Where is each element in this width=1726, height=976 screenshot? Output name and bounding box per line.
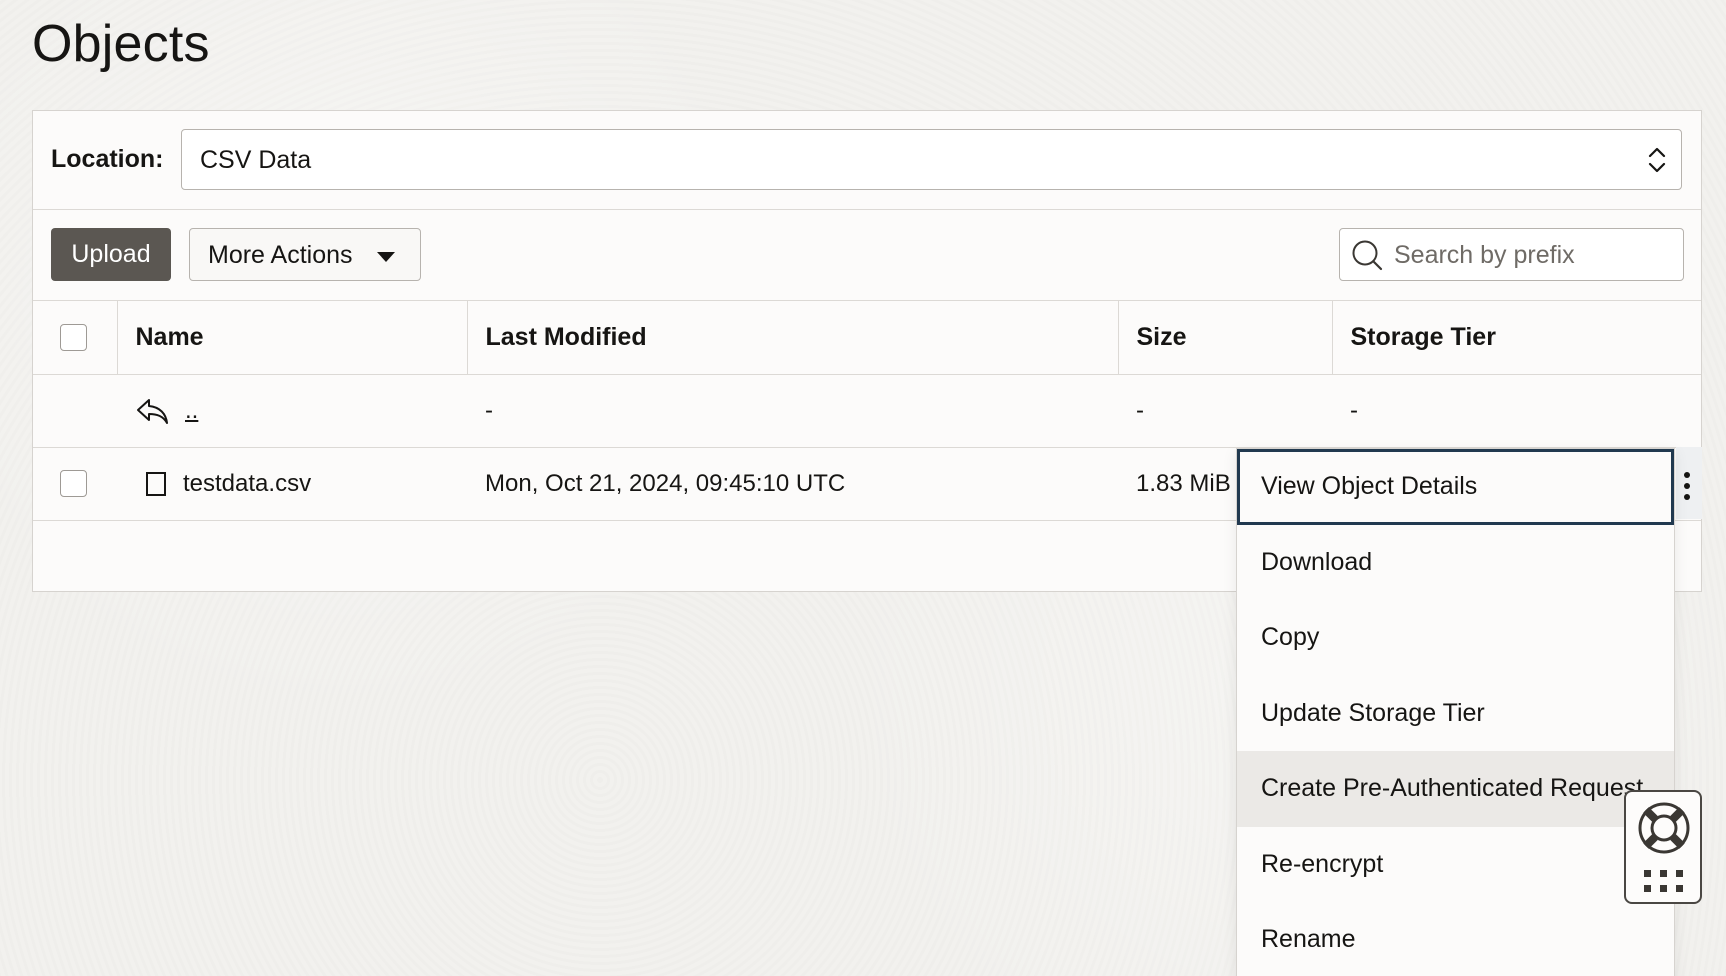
updown-icon — [1648, 147, 1666, 173]
menu-item-copy[interactable]: Copy — [1237, 600, 1674, 676]
location-value: CSV Data — [200, 146, 312, 174]
row-check-cell — [33, 374, 117, 448]
row-name-cell: testdata.csv — [117, 447, 467, 521]
back-arrow-icon — [137, 398, 168, 424]
row-size: - — [1118, 374, 1332, 448]
row-last-modified: - — [467, 374, 1118, 448]
header-storage-tier[interactable]: Storage Tier — [1332, 301, 1701, 375]
header-size[interactable]: Size — [1118, 301, 1333, 375]
menu-item-view-object-details[interactable]: View Object Details — [1237, 449, 1674, 525]
table-row-parent: .. - - - — [33, 374, 1701, 448]
select-all-checkbox[interactable] — [60, 323, 87, 351]
menu-item-rename[interactable]: Rename — [1237, 902, 1674, 976]
select-all-cell — [33, 301, 118, 375]
location-row: Location: CSV Data — [33, 111, 1701, 210]
table-header-row: Name Last Modified Size Storage Tier — [33, 301, 1701, 375]
location-label: Location: — [51, 145, 164, 173]
file-icon — [146, 471, 166, 496]
menu-item-download[interactable]: Download — [1237, 525, 1674, 601]
row-last-modified: Mon, Oct 21, 2024, 09:45:10 UTC — [467, 447, 1118, 521]
location-select[interactable]: CSV Data — [181, 129, 1682, 190]
more-actions-label: More Actions — [208, 241, 353, 269]
grid-icon — [1644, 870, 1683, 892]
row-actions-menu: View Object Details Download Copy Update… — [1236, 448, 1675, 976]
parent-directory-link[interactable]: .. — [185, 397, 198, 425]
search-icon — [1352, 240, 1383, 271]
help-widget[interactable] — [1624, 790, 1702, 904]
header-last-modified[interactable]: Last Modified — [467, 301, 1119, 375]
file-name[interactable]: testdata.csv — [183, 470, 311, 498]
row-check-cell — [33, 447, 117, 521]
caret-down-icon — [377, 252, 395, 262]
kebab-menu-icon[interactable] — [1682, 470, 1692, 502]
toolbar: Upload More Actions — [33, 210, 1701, 301]
row-checkbox[interactable] — [60, 470, 87, 497]
page-title: Objects — [32, 15, 210, 73]
menu-item-create-par[interactable]: Create Pre-Authenticated Request — [1237, 751, 1674, 827]
menu-item-re-encrypt[interactable]: Re-encrypt — [1237, 827, 1674, 903]
search-box[interactable] — [1339, 228, 1684, 281]
upload-button[interactable]: Upload — [51, 228, 171, 281]
lifebuoy-icon — [1638, 802, 1690, 854]
row-name-cell: .. — [117, 374, 467, 448]
search-input[interactable] — [1392, 235, 1676, 275]
row-storage-tier: - — [1332, 374, 1701, 448]
more-actions-button[interactable]: More Actions — [189, 228, 421, 281]
menu-item-update-storage-tier[interactable]: Update Storage Tier — [1237, 676, 1674, 752]
header-name[interactable]: Name — [117, 301, 468, 375]
